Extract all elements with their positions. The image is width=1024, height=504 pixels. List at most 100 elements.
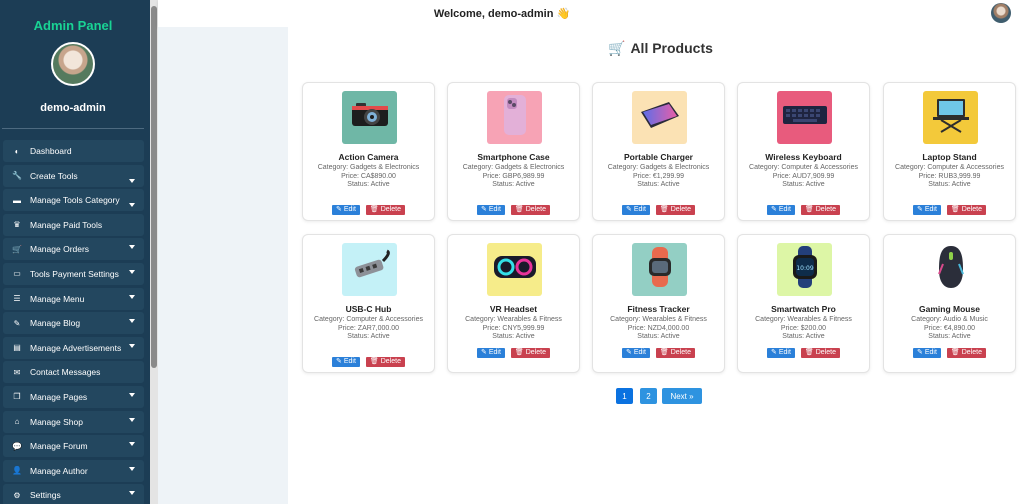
- chevron-down-icon[interactable]: [129, 178, 135, 183]
- sidebar-item-manage-author[interactable]: 👤 Manage Author: [3, 459, 144, 482]
- delete-button[interactable]: 🗑 Delete: [365, 205, 405, 215]
- product-image: [632, 91, 687, 144]
- sidebar-item-manage-paid-tools[interactable]: ♛ Manage Paid Tools: [3, 213, 144, 236]
- pagination-page-1[interactable]: 1: [616, 388, 633, 404]
- edit-button[interactable]: ✎ Edit: [332, 205, 360, 215]
- sidebar-item-manage-orders[interactable]: 🛒 Manage Orders: [3, 238, 144, 261]
- sidebar-item-label: Manage Author: [30, 465, 88, 476]
- product-category: Category: Computer & Accessories: [749, 164, 858, 171]
- edit-button[interactable]: ✎ Edit: [622, 205, 650, 215]
- sidebar-item-label: Create Tools: [30, 170, 78, 181]
- product-card: 10:09 Smartwatch Pro Category: Wearables &…: [737, 234, 870, 373]
- edit-button[interactable]: ✎ Edit: [622, 348, 650, 358]
- product-category: Category: Gadgets & Electronics: [607, 164, 710, 171]
- chevron-down-icon[interactable]: [129, 343, 135, 348]
- product-details: Category: Gadgets & Electronics Price: GB…: [454, 164, 573, 190]
- delete-button[interactable]: 🗑 Delete: [946, 348, 986, 358]
- cart-icon: 🛒: [608, 40, 626, 56]
- edit-button[interactable]: ✎ Edit: [332, 357, 360, 367]
- sidebar-item-contact-messages[interactable]: ✉ Contact Messages: [3, 361, 144, 384]
- app: Admin Panel demo-admin ◐ Dashboard 🔧 Create…: [0, 0, 1024, 504]
- ad-icon: ▤: [13, 343, 21, 353]
- product-category: Category: Wearables & Fitness: [465, 316, 562, 323]
- edit-button[interactable]: ✎ Edit: [477, 348, 505, 358]
- product-price: Price: CA$890.00: [341, 172, 396, 180]
- product-actions: ✎ Edit 🗑 Delete: [448, 348, 579, 358]
- delete-button[interactable]: 🗑 Delete: [510, 205, 550, 215]
- chevron-down-icon[interactable]: [129, 269, 135, 274]
- delete-button[interactable]: 🗑 Delete: [946, 205, 986, 215]
- sidebar-item-label: Manage Orders: [30, 244, 90, 255]
- svg-text:10:09: 10:09: [796, 265, 813, 272]
- sidebar-item-manage-advertisements[interactable]: ▤ Manage Advertisements: [3, 336, 144, 359]
- edit-button[interactable]: ✎ Edit: [767, 348, 795, 358]
- sidebar-item-manage-shop[interactable]: ⌂ Manage Shop: [3, 410, 144, 433]
- delete-button[interactable]: 🗑 Delete: [365, 357, 405, 367]
- sidebar-item-manage-forum[interactable]: 💬 Manage Forum: [3, 435, 144, 458]
- sidebar-item-manage-menu[interactable]: ☰ Manage Menu: [3, 287, 144, 310]
- delete-button[interactable]: 🗑 Delete: [510, 348, 550, 358]
- product-name: USB-C Hub: [345, 304, 392, 314]
- product-card: Portable Charger Category: Gadgets & Elec…: [592, 82, 725, 221]
- product-category: Category: Gadgets & Electronics: [462, 164, 565, 171]
- product-image: [777, 91, 832, 144]
- smartwatch-icon: 10:09: [787, 244, 823, 295]
- product-price: Price: AUD7,909.99: [772, 172, 835, 180]
- gaming-mouse-icon: [936, 244, 966, 295]
- delete-button[interactable]: 🗑 Delete: [800, 205, 840, 215]
- shop-icon: ⌂: [14, 417, 20, 427]
- product-details: Category: Gadgets & Electronics Price: CA…: [309, 164, 428, 190]
- product-image: [923, 243, 978, 296]
- wrench-icon: 🔧: [12, 171, 22, 181]
- envelope-icon: ✉: [13, 367, 21, 377]
- sidebar-item-create-tools[interactable]: 🔧 Create Tools: [3, 164, 144, 187]
- product-card: Fitness Tracker Category: Wearables & Fit…: [592, 234, 725, 373]
- chevron-down-icon[interactable]: [129, 294, 135, 299]
- delete-button[interactable]: 🗑 Delete: [800, 348, 840, 358]
- sidebar-item-dashboard[interactable]: ◐ Dashboard: [3, 140, 144, 162]
- product-name: Smartwatch Pro: [771, 304, 836, 314]
- chevron-down-icon[interactable]: [129, 466, 135, 471]
- edit-button[interactable]: ✎ Edit: [913, 205, 941, 215]
- chevron-down-icon[interactable]: [129, 245, 135, 250]
- sidebar-item-label: Manage Tools Category: [30, 195, 120, 206]
- product-card: USB-C Hub Category: Computer & Accessorie…: [302, 234, 435, 373]
- product-actions: ✎ Edit 🗑 Delete: [884, 348, 1015, 358]
- chevron-down-icon[interactable]: [129, 417, 135, 422]
- product-category: Category: Audio & Music: [911, 316, 988, 323]
- wave-icon: 👋: [556, 8, 571, 20]
- delete-button[interactable]: 🗑 Delete: [655, 205, 695, 215]
- chevron-down-icon[interactable]: [129, 491, 135, 496]
- sidebar-item-label: Tools Payment Settings: [30, 268, 119, 279]
- dashboard-icon: ◐: [14, 146, 20, 156]
- sidebar-item-settings[interactable]: ⚙ Settings: [3, 484, 144, 504]
- welcome-text: Welcome, demo-admin: [433, 8, 554, 20]
- edit-button[interactable]: ✎ Edit: [477, 205, 505, 215]
- camera-icon: [348, 100, 392, 135]
- sidebar-username: demo-admin: [40, 102, 106, 114]
- pagination-next[interactable]: Next »: [662, 388, 702, 404]
- edit-button[interactable]: ✎ Edit: [767, 205, 795, 215]
- chevron-down-icon[interactable]: [129, 392, 135, 397]
- sidebar-item-manage-tools-category[interactable]: ▬ Manage Tools Category: [3, 189, 144, 212]
- sidebar-item-label: Manage Shop: [30, 416, 83, 427]
- chevron-down-icon[interactable]: [129, 319, 135, 324]
- chevron-down-icon[interactable]: [129, 442, 135, 447]
- edit-button[interactable]: ✎ Edit: [913, 348, 941, 358]
- sidebar-scrollbar[interactable]: [150, 0, 158, 504]
- chevron-down-icon[interactable]: [129, 203, 135, 208]
- sidebar-item-label: Manage Blog: [30, 318, 81, 329]
- pagination-page-2[interactable]: 2: [640, 388, 657, 404]
- product-price: Price: €4,890.00: [924, 324, 975, 332]
- sidebar-title: Admin Panel: [33, 18, 113, 33]
- sidebar-item-manage-blog[interactable]: ✎ Manage Blog: [3, 312, 144, 335]
- forum-icon: 💬: [12, 441, 22, 451]
- sidebar-item-manage-pages[interactable]: ❐ Manage Pages: [3, 385, 144, 408]
- delete-button[interactable]: 🗑 Delete: [655, 348, 695, 358]
- profile-avatar[interactable]: [51, 42, 95, 86]
- scrollbar-thumb[interactable]: [151, 6, 157, 368]
- product-actions: ✎ Edit 🗑 Delete: [738, 205, 869, 215]
- sidebar-menu: ◐ Dashboard 🔧 Create Tools ▬ Manage Tools Cat…: [3, 140, 144, 504]
- product-category: Category: Computer & Accessories: [314, 316, 423, 323]
- sidebar-item-tools-payment-settings[interactable]: ▭ Tools Payment Settings: [3, 262, 144, 285]
